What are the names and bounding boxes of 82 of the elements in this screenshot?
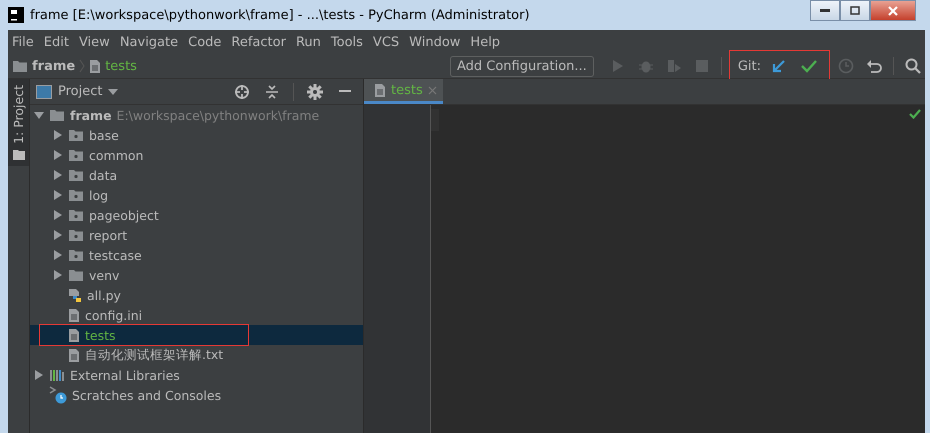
package-folder-icon: [68, 228, 84, 242]
maximize-button[interactable]: [840, 0, 870, 21]
tree-item[interactable]: report: [30, 225, 363, 245]
scratches-icon: [49, 386, 67, 404]
tree-item[interactable]: all.py: [30, 285, 363, 305]
package-folder-icon: [68, 208, 84, 222]
folder-icon: [68, 268, 84, 282]
menu-item[interactable]: Window: [409, 34, 466, 50]
tree-item-label: pageobject: [89, 208, 159, 222]
current-line-highlight: [431, 109, 439, 131]
tree-item-label: tests: [85, 328, 116, 342]
menu-item[interactable]: File: [12, 34, 40, 50]
breadcrumb-item[interactable]: frame: [12, 58, 76, 74]
check-icon: [909, 109, 921, 119]
tree-item[interactable]: config.ini: [30, 305, 363, 325]
editor-tab[interactable]: tests: [364, 79, 443, 104]
menu-item[interactable]: Navigate: [120, 34, 184, 50]
tree-item[interactable]: pageobject: [30, 205, 363, 225]
file-icon: [68, 328, 80, 342]
tree-item-label: 自动化测试框架详解.txt: [85, 346, 224, 364]
menu-item[interactable]: Run: [296, 34, 327, 50]
tree-item[interactable]: frame E:\workspace\pythonwork\frame: [30, 105, 363, 125]
expand-arrow-icon[interactable]: [34, 370, 44, 380]
tree-item[interactable]: venv: [30, 265, 363, 285]
git-label: Git:: [738, 58, 761, 74]
file-icon: [68, 308, 80, 322]
chevron-icon: [79, 59, 86, 73]
menu-item[interactable]: VCS: [372, 34, 406, 50]
tree-item-label: Scratches and Consoles: [72, 388, 222, 402]
close-icon: [887, 6, 899, 16]
tree-item[interactable]: Scratches and Consoles: [30, 385, 363, 405]
tree-item-label: report: [89, 228, 128, 242]
tree-item-label: testcase: [89, 248, 142, 262]
add-configuration-button[interactable]: Add Configuration...: [450, 56, 594, 76]
file-icon: [89, 58, 102, 74]
minimize-icon: [820, 8, 830, 12]
package-folder-icon: [68, 168, 84, 182]
dropdown-caret-icon[interactable]: [108, 88, 118, 94]
menu-item[interactable]: Refactor: [231, 34, 292, 50]
tree-item-label: base: [89, 128, 119, 142]
file-icon: [374, 82, 386, 98]
breadcrumb-item[interactable]: tests: [89, 58, 137, 74]
folder-icon: [49, 108, 65, 122]
close-button[interactable]: [870, 0, 916, 21]
folder-icon: [12, 150, 24, 160]
window-icon: [36, 84, 52, 98]
tree-item[interactable]: base: [30, 125, 363, 145]
python-file-icon: [68, 288, 82, 302]
tree-item-label: common: [89, 148, 144, 162]
menu-item[interactable]: Tools: [330, 34, 369, 50]
tree-item-label: config.ini: [85, 308, 142, 322]
menu-item[interactable]: Edit: [44, 34, 75, 50]
package-folder-icon: [68, 128, 84, 142]
tree-item[interactable]: data: [30, 165, 363, 185]
maximize-icon: [850, 6, 860, 15]
tree-item[interactable]: tests: [30, 325, 363, 345]
file-icon: [68, 348, 80, 362]
minimize-button[interactable]: [810, 0, 840, 21]
tree-item-label: data: [89, 168, 118, 182]
tree-item[interactable]: log: [30, 185, 363, 205]
collapse-arrow-icon[interactable]: [34, 110, 44, 120]
tree-item[interactable]: testcase: [30, 245, 363, 265]
tree-item[interactable]: 自动化测试框架详解.txt: [30, 345, 363, 365]
folder-icon: [12, 59, 28, 73]
tree-item-label: venv: [89, 268, 120, 282]
project-view-dropdown[interactable]: Project: [58, 84, 102, 99]
menu-item[interactable]: Help: [470, 34, 506, 50]
tree-item[interactable]: common: [30, 145, 363, 165]
menu-item[interactable]: Code: [188, 34, 228, 50]
tree-item[interactable]: External Libraries: [30, 365, 363, 385]
package-folder-icon: [68, 188, 84, 202]
libraries-icon: [49, 368, 65, 382]
package-folder-icon: [68, 248, 84, 262]
tree-item-label: frame: [70, 108, 112, 122]
tree-item-label: all.py: [87, 288, 121, 302]
menu-item[interactable]: View: [78, 34, 116, 50]
tree-item-label: External Libraries: [70, 368, 180, 382]
window-title: frame [E:\workspace\pythonwork\frame] - ...\tests - PyCharm (Administrator): [30, 8, 530, 22]
package-folder-icon: [68, 148, 84, 162]
project-tool-button[interactable]: 1: Project: [8, 79, 29, 166]
tree-item-label: log: [89, 188, 108, 202]
tree-item-path: E:\workspace\pythonwork\frame: [116, 108, 320, 122]
